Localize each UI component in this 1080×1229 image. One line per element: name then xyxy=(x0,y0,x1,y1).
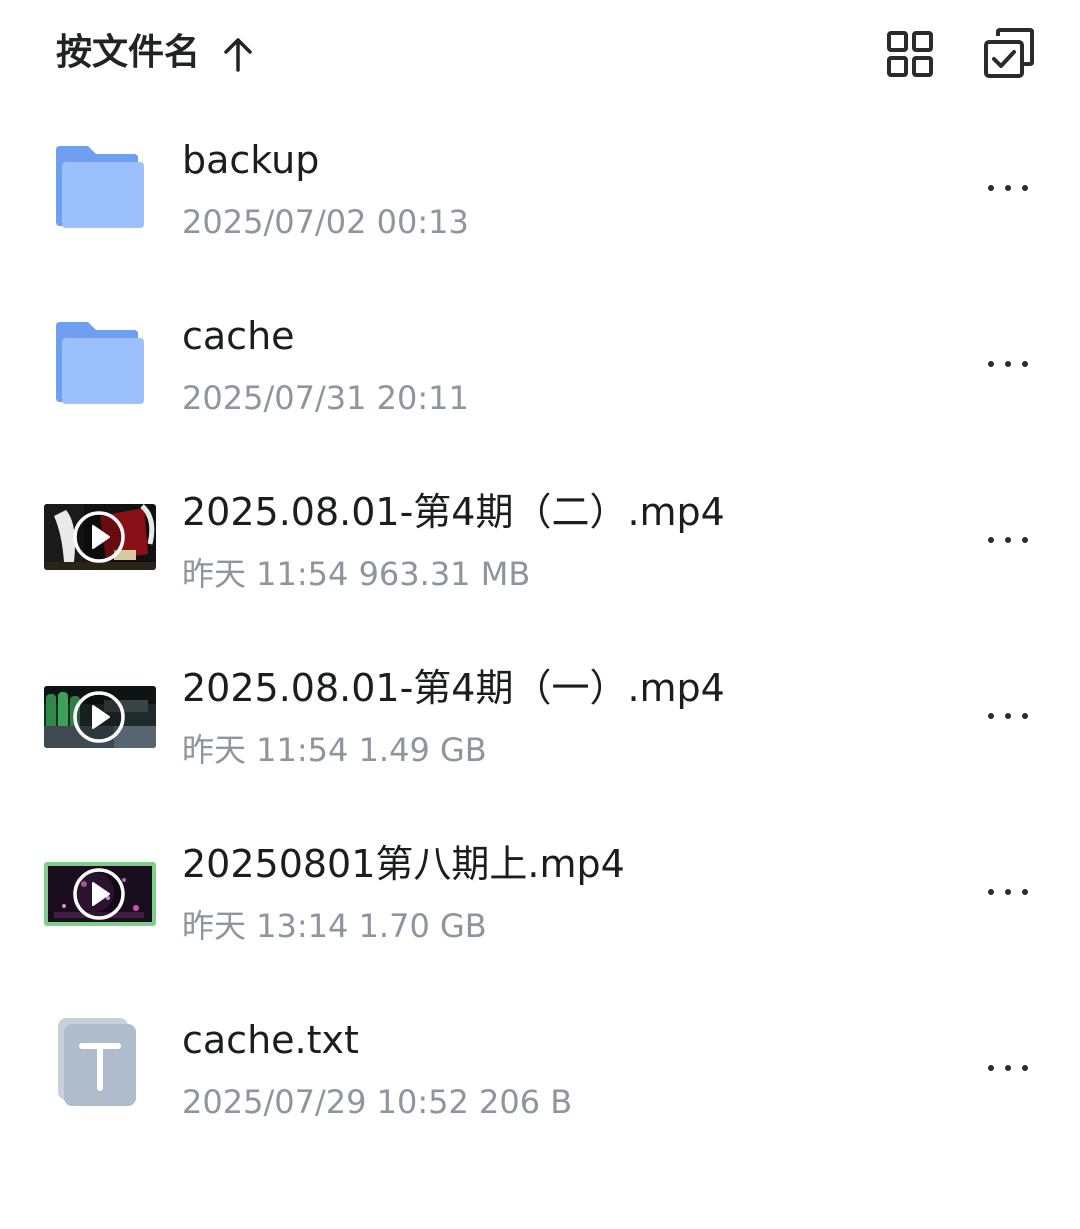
list-header: 按文件名 xyxy=(0,0,1080,110)
file-row-backup[interactable]: backup 2025/07/02 00:13 xyxy=(0,100,1080,276)
file-row-video[interactable]: 2025.08.01-第4期（一）.mp4 昨天 11:54 1.49 GB xyxy=(0,628,1080,804)
file-name: 2025.08.01-第4期（一）.mp4 xyxy=(182,666,725,710)
video-thumbnail xyxy=(44,504,156,570)
file-meta: 2025/07/02 00:13 xyxy=(182,203,469,241)
file-name: 20250801第八期上.mp4 xyxy=(182,842,625,886)
file-name: cache xyxy=(182,314,295,358)
play-icon xyxy=(73,511,125,563)
file-name: 2025.08.01-第4期（二）.mp4 xyxy=(182,490,725,534)
more-horizontal-icon xyxy=(988,713,994,719)
file-meta: 2025/07/31 20:11 xyxy=(182,379,469,417)
more-options-button[interactable] xyxy=(980,694,1036,738)
folder-icon xyxy=(56,146,144,228)
play-icon xyxy=(73,868,125,920)
grid-view-icon[interactable] xyxy=(884,28,936,80)
file-meta: 昨天 11:54 1.49 GB xyxy=(182,731,487,769)
more-options-button[interactable] xyxy=(980,1046,1036,1090)
video-thumbnail xyxy=(44,686,156,748)
arrow-up-icon[interactable] xyxy=(218,32,258,76)
file-meta: 昨天 13:14 1.70 GB xyxy=(182,907,487,945)
more-horizontal-icon xyxy=(988,185,994,191)
file-row-cache[interactable]: cache 2025/07/31 20:11 xyxy=(0,276,1080,452)
more-horizontal-icon xyxy=(988,361,994,367)
multi-select-icon[interactable] xyxy=(982,26,1036,80)
file-meta: 2025/07/29 10:52 206 B xyxy=(182,1083,573,1121)
play-icon xyxy=(73,691,125,743)
folder-icon xyxy=(56,322,144,404)
file-name: cache.txt xyxy=(182,1018,359,1062)
video-thumbnail xyxy=(44,862,156,926)
more-options-button[interactable] xyxy=(980,870,1036,914)
more-options-button[interactable] xyxy=(980,342,1036,386)
more-options-button[interactable] xyxy=(980,166,1036,210)
sort-by-name-button[interactable]: 按文件名 xyxy=(56,30,200,76)
file-meta: 昨天 11:54 963.31 MB xyxy=(182,555,531,593)
file-row-video[interactable]: 20250801第八期上.mp4 昨天 13:14 1.70 GB xyxy=(0,804,1080,980)
text-file-icon xyxy=(58,1018,136,1106)
more-horizontal-icon xyxy=(988,1065,994,1071)
more-options-button[interactable] xyxy=(980,518,1036,562)
more-horizontal-icon xyxy=(988,537,994,543)
file-name: backup xyxy=(182,138,320,182)
file-row-video[interactable]: 2025.08.01-第4期（二）.mp4 昨天 11:54 963.31 MB xyxy=(0,452,1080,628)
file-list-sheet: 按文件名 backup 2025/07/02 00:13 cache 2025/… xyxy=(0,0,1080,1229)
file-row-text-file[interactable]: cache.txt 2025/07/29 10:52 206 B xyxy=(0,980,1080,1156)
more-horizontal-icon xyxy=(988,889,994,895)
